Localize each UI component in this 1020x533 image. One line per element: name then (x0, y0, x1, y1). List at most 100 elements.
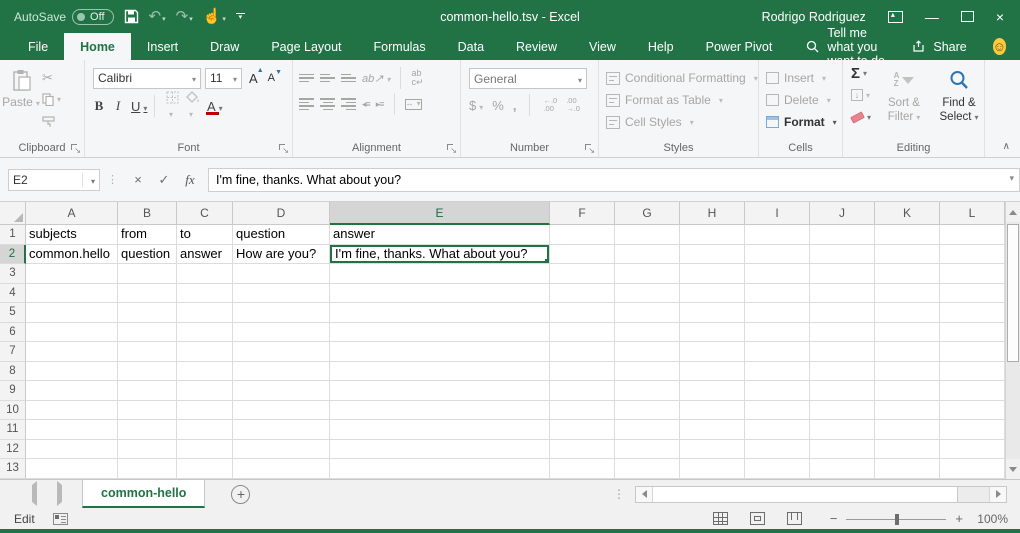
share-button[interactable]: Share (912, 40, 966, 54)
row-header-9[interactable]: 9 (0, 381, 26, 401)
cell-F3[interactable] (550, 264, 615, 284)
vertical-scrollbar-thumb[interactable] (1007, 224, 1019, 362)
cell-I11[interactable] (745, 420, 810, 440)
cell-F7[interactable] (550, 342, 615, 362)
cell-H13[interactable] (680, 459, 745, 479)
page-layout-view-icon[interactable] (750, 512, 765, 525)
cell-F12[interactable] (550, 440, 615, 460)
cell-C3[interactable] (177, 264, 233, 284)
autosave-toggle[interactable]: Off (72, 9, 113, 25)
cell-D6[interactable] (233, 323, 330, 343)
column-header-A[interactable]: A (26, 202, 118, 225)
align-center-icon[interactable] (320, 98, 335, 110)
cell-E11[interactable] (330, 420, 550, 440)
font-family-select[interactable]: Calibri (93, 68, 201, 89)
normal-view-icon[interactable] (713, 512, 728, 525)
cell-A10[interactable] (26, 401, 118, 421)
clipboard-dialog-launcher-icon[interactable] (71, 144, 80, 153)
cell-K13[interactable] (875, 459, 940, 479)
sheet-nav-left-icon[interactable] (32, 485, 37, 503)
cell-E12[interactable] (330, 440, 550, 460)
cell-L2[interactable] (940, 245, 1005, 265)
cell-A3[interactable] (26, 264, 118, 284)
percent-style-icon[interactable]: % (492, 98, 504, 113)
touch-mouse-mode-icon[interactable]: ☝▾ (203, 9, 226, 24)
cell-I13[interactable] (745, 459, 810, 479)
cell-C8[interactable] (177, 362, 233, 382)
cell-J8[interactable] (810, 362, 875, 382)
cell-D12[interactable] (233, 440, 330, 460)
cell-L1[interactable] (940, 225, 1005, 245)
clear-button[interactable] (851, 108, 874, 126)
cell-styles-button[interactable]: Cell Styles (606, 111, 758, 133)
cell-J13[interactable] (810, 459, 875, 479)
cell-B11[interactable] (118, 420, 177, 440)
close-button[interactable]: × (996, 10, 1004, 24)
cell-I6[interactable] (745, 323, 810, 343)
cell-L5[interactable] (940, 303, 1005, 323)
cell-F4[interactable] (550, 284, 615, 304)
enter-icon[interactable]: ✓ (152, 168, 176, 192)
cell-I5[interactable] (745, 303, 810, 323)
cell-E10[interactable] (330, 401, 550, 421)
cell-L8[interactable] (940, 362, 1005, 382)
column-header-J[interactable]: J (810, 202, 875, 225)
bold-button[interactable]: B (93, 98, 105, 114)
name-box[interactable]: E2 (8, 169, 100, 191)
cell-D9[interactable] (233, 381, 330, 401)
cell-B3[interactable] (118, 264, 177, 284)
column-header-E[interactable]: E (330, 202, 550, 225)
cell-G13[interactable] (615, 459, 680, 479)
row-header-1[interactable]: 1 (0, 225, 26, 245)
row-header-7[interactable]: 7 (0, 342, 26, 362)
cell-G2[interactable] (615, 245, 680, 265)
cell-D7[interactable] (233, 342, 330, 362)
cell-E13[interactable] (330, 459, 550, 479)
row-header-8[interactable]: 8 (0, 362, 26, 382)
cell-E7[interactable] (330, 342, 550, 362)
cell-H11[interactable] (680, 420, 745, 440)
zoom-slider[interactable] (846, 513, 946, 525)
cell-F2[interactable] (550, 245, 615, 265)
macro-record-icon[interactable] (53, 513, 68, 525)
cell-J9[interactable] (810, 381, 875, 401)
cell-D5[interactable] (233, 303, 330, 323)
cell-I9[interactable] (745, 381, 810, 401)
tab-data[interactable]: Data (442, 33, 500, 60)
borders-icon[interactable] (166, 91, 179, 122)
cell-H1[interactable] (680, 225, 745, 245)
decrease-indent-icon[interactable]: ◂≡ (362, 99, 370, 110)
cell-K1[interactable] (875, 225, 940, 245)
cell-I1[interactable] (745, 225, 810, 245)
add-sheet-button[interactable]: + (231, 485, 250, 504)
tab-review[interactable]: Review (500, 33, 573, 60)
cell-I12[interactable] (745, 440, 810, 460)
cell-H5[interactable] (680, 303, 745, 323)
cell-A8[interactable] (26, 362, 118, 382)
tab-view[interactable]: View (573, 33, 632, 60)
cell-E1[interactable]: answer (330, 225, 550, 245)
bottom-align-icon[interactable] (341, 74, 356, 83)
cell-D1[interactable]: question (233, 225, 330, 245)
sheet-nav-right-icon[interactable] (57, 485, 62, 503)
cell-B8[interactable] (118, 362, 177, 382)
cell-L12[interactable] (940, 440, 1005, 460)
cell-D11[interactable] (233, 420, 330, 440)
cell-L10[interactable] (940, 401, 1005, 421)
cell-F1[interactable] (550, 225, 615, 245)
underline-button[interactable]: U (131, 99, 143, 114)
format-cells-button[interactable]: Format (766, 111, 842, 133)
zoom-in-button[interactable]: + (955, 511, 963, 526)
collapse-ribbon-icon[interactable] (1003, 141, 1010, 152)
row-header-5[interactable]: 5 (0, 303, 26, 323)
cell-B5[interactable] (118, 303, 177, 323)
cell-H3[interactable] (680, 264, 745, 284)
cell-C11[interactable] (177, 420, 233, 440)
tab-draw[interactable]: Draw (194, 33, 255, 60)
cell-C5[interactable] (177, 303, 233, 323)
cell-D2[interactable]: How are you? (233, 245, 330, 265)
cell-H8[interactable] (680, 362, 745, 382)
decrease-decimal-icon[interactable]: .00→.0 (566, 97, 580, 114)
cell-K10[interactable] (875, 401, 940, 421)
insert-cells-button[interactable]: Insert (766, 67, 842, 89)
